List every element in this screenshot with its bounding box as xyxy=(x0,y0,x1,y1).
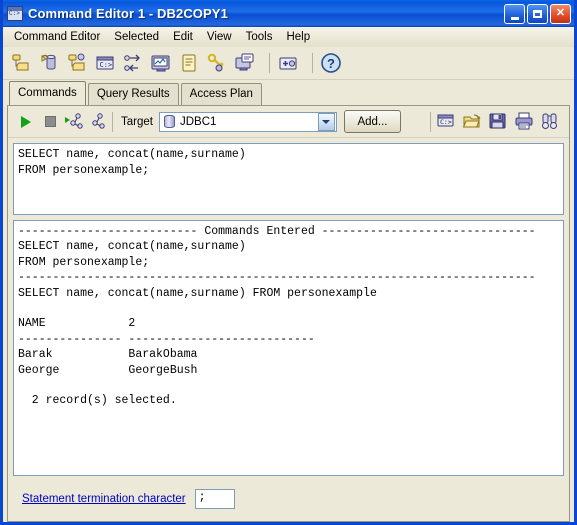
authorization-key-icon[interactable] xyxy=(206,52,228,74)
open-object-icon[interactable] xyxy=(38,52,60,74)
menu-item-view[interactable]: View xyxy=(200,29,239,45)
open-file-icon[interactable] xyxy=(462,111,484,133)
target-right-tools: C:> xyxy=(430,111,565,133)
application-window: Command Editor 1 - DB2COPY1 ✕ Command Ed… xyxy=(0,0,577,525)
find-icon[interactable] xyxy=(540,111,562,133)
statement-termination-bar: Statement termination character ; xyxy=(8,476,569,521)
remote-session-icon[interactable] xyxy=(234,52,256,74)
svg-text:C:>: C:> xyxy=(100,61,113,69)
add-button[interactable]: Add... xyxy=(343,110,401,133)
close-button[interactable]: ✕ xyxy=(550,3,571,24)
target-dropdown[interactable]: JDBC1 xyxy=(158,111,337,132)
menu-item-command-editor[interactable]: Command Editor xyxy=(7,29,107,45)
tab-commands[interactable]: Commands xyxy=(9,81,86,105)
target-dropdown-value: JDBC1 xyxy=(179,115,217,128)
toolbar-separator-2 xyxy=(312,53,313,73)
window-title: Command Editor 1 - DB2COPY1 xyxy=(28,6,228,21)
help-icon[interactable]: ? xyxy=(320,51,344,75)
main-toolbar: C:> ? xyxy=(3,47,574,80)
connect-icon[interactable] xyxy=(62,111,86,133)
results-output[interactable]: -------------------------- Commands Ente… xyxy=(13,220,564,476)
menu-item-help[interactable]: Help xyxy=(279,29,317,45)
stop-icon[interactable] xyxy=(38,111,62,133)
save-file-icon[interactable] xyxy=(488,111,510,133)
title-bar: Command Editor 1 - DB2COPY1 ✕ xyxy=(3,0,574,27)
database-icon xyxy=(163,115,175,128)
sql-editor[interactable]: SELECT name, concat(name,surname) FROM p… xyxy=(13,143,564,215)
tab-query-results[interactable]: Query Results xyxy=(87,83,179,105)
print-icon[interactable] xyxy=(514,111,536,133)
menu-item-edit[interactable]: Edit xyxy=(166,29,200,45)
add-tool-icon[interactable] xyxy=(277,52,299,74)
svg-text:?: ? xyxy=(327,56,335,71)
target-toolbar: Target JDBC1 Add... C:> xyxy=(8,106,569,138)
commands-panel: Target JDBC1 Add... C:> SELECT name, con… xyxy=(7,105,570,522)
minimize-button[interactable] xyxy=(504,3,525,24)
chevron-down-icon[interactable] xyxy=(317,112,335,131)
console-window-icon xyxy=(7,6,23,21)
statement-termination-input[interactable]: ; xyxy=(194,488,235,509)
monitor-chart-icon[interactable] xyxy=(150,52,172,74)
run-icon[interactable] xyxy=(14,111,38,133)
tab-strip: Commands Query Results Access Plan xyxy=(3,80,574,105)
svg-text:C:>: C:> xyxy=(440,118,452,126)
new-folder-object-icon[interactable] xyxy=(66,52,88,74)
window-controls: ✕ xyxy=(504,3,571,24)
menu-item-selected[interactable]: Selected xyxy=(107,29,166,45)
journal-notes-icon[interactable] xyxy=(178,52,200,74)
menu-bar: Command Editor Selected Edit View Tools … xyxy=(3,27,574,47)
statement-termination-link[interactable]: Statement termination character xyxy=(22,493,186,505)
command-window-icon[interactable]: C:> xyxy=(94,52,116,74)
new-object-icon[interactable] xyxy=(10,52,32,74)
menu-item-tools[interactable]: Tools xyxy=(239,29,280,45)
target-label: Target xyxy=(121,115,153,128)
client-area: Command Editor Selected Edit View Tools … xyxy=(3,27,574,522)
maximize-button[interactable] xyxy=(527,3,548,24)
console-icon[interactable]: C:> xyxy=(436,111,458,133)
tab-access-plan[interactable]: Access Plan xyxy=(180,83,262,105)
task-flow-icon[interactable] xyxy=(122,52,144,74)
toolbar-separator xyxy=(269,53,270,73)
disconnect-icon[interactable] xyxy=(86,111,110,133)
